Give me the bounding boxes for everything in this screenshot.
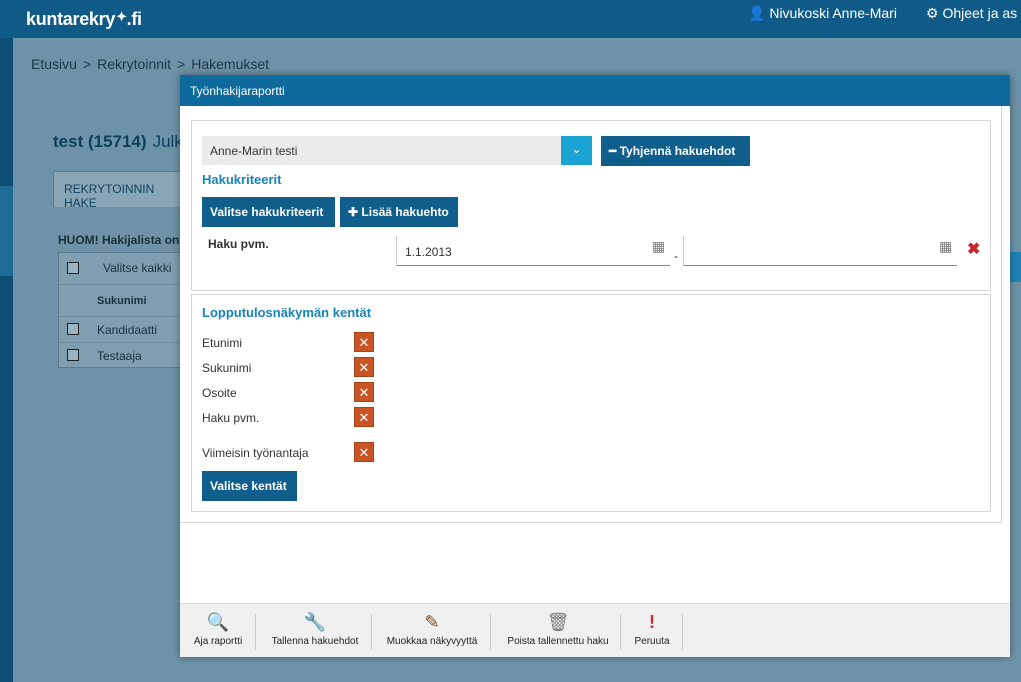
- user-icon: 👤: [748, 5, 766, 21]
- add-criterion-button[interactable]: ✚ Lisää hakuehto: [340, 197, 458, 227]
- run-report-button[interactable]: 🔍 Aja raportti: [186, 604, 250, 658]
- select-all-checkbox[interactable]: [67, 262, 79, 274]
- applicant-table: Valitse kaikki Sukunimi Kandidaatti Test…: [58, 252, 183, 369]
- chevron-down-icon[interactable]: ⌄: [561, 136, 592, 165]
- date-to-field[interactable]: ▦: [683, 236, 957, 266]
- result-field-sukunimi: Sukunimi: [202, 361, 252, 375]
- table-row[interactable]: Kandidaatti: [59, 317, 183, 343]
- row-checkbox[interactable]: [67, 323, 79, 335]
- remove-criterion-icon[interactable]: ✖: [967, 239, 980, 259]
- page-title: test (15714) Julk: [53, 132, 183, 151]
- remove-field-icon[interactable]: ✕: [354, 442, 374, 462]
- cancel-button[interactable]: ! Peruuta: [626, 604, 678, 658]
- edit-icon: ✎: [424, 612, 440, 632]
- user-menu[interactable]: 👤 Nivukoski Anne-Mari: [748, 5, 897, 22]
- clear-criteria-button[interactable]: ━ Tyhjennä hakuehdot: [601, 136, 750, 166]
- trash-icon: 🗑: [546, 612, 570, 632]
- result-field-viimeisin-tyonantaja: Viimeisin työnantaja: [202, 446, 309, 460]
- wrench-icon: 🔧: [303, 612, 327, 632]
- remove-field-icon[interactable]: ✕: [354, 407, 374, 427]
- breadcrumb-item-etusivu[interactable]: Etusivu: [31, 56, 77, 72]
- calendar-icon[interactable]: ▦: [939, 238, 952, 255]
- delete-saved-search-button[interactable]: 🗑 Poista tallennettu haku: [496, 604, 620, 658]
- result-fields-title: Lopputulosnäkymän kentät: [202, 305, 372, 320]
- criterion-label: Haku pvm.: [208, 237, 269, 251]
- background-right-button: [1009, 252, 1021, 282]
- select-fields-button[interactable]: Valitse kentät: [202, 471, 297, 501]
- report-icon: 🔍: [206, 612, 230, 632]
- select-criteria-button[interactable]: Valitse hakukriteerit: [202, 197, 335, 227]
- date-separator: -: [674, 249, 678, 263]
- column-header-sukunimi[interactable]: Sukunimi: [97, 295, 147, 307]
- hakijalista-note: HUOM! Hakijalista on s: [58, 233, 190, 247]
- remove-field-icon[interactable]: ✕: [354, 357, 374, 377]
- help-menu[interactable]: ⚙ Ohjeet ja as: [926, 5, 1017, 22]
- tab-rekrytoinnin-hakemukset[interactable]: REKRYTOINNIN HAKE: [53, 171, 183, 210]
- left-strip: [0, 38, 13, 682]
- result-field-osoite: Osoite: [202, 386, 237, 400]
- select-all-label: Valitse kaikki: [103, 261, 172, 275]
- save-criteria-button[interactable]: 🔧 Tallenna hakuehdot: [260, 604, 370, 658]
- breadcrumb-item-hakemukset[interactable]: Hakemukset: [191, 56, 269, 72]
- remove-field-icon[interactable]: ✕: [354, 382, 374, 402]
- calendar-icon[interactable]: ▦: [652, 238, 665, 255]
- gears-icon: ⚙: [926, 5, 939, 21]
- remove-field-icon[interactable]: ✕: [354, 332, 374, 352]
- modal-footer-toolbar: 🔍 Aja raportti 🔧 Tallenna hakuehdot ✎ Mu…: [180, 603, 1010, 657]
- date-from-field[interactable]: 1.1.2013 ▦: [396, 236, 670, 266]
- report-modal: Työnhakijaraportti Anne-Marin testi ⌄ ━ …: [180, 75, 1010, 657]
- result-fields-section: Lopputulosnäkymän kentät Etunimi ✕ Sukun…: [191, 294, 991, 512]
- result-field-etunimi: Etunimi: [202, 336, 243, 350]
- edit-visibility-button[interactable]: ✎ Muokkaa näkyvyyttä: [376, 604, 488, 658]
- saved-search-select[interactable]: Anne-Marin testi: [202, 136, 592, 165]
- result-field-haku-pvm: Haku pvm.: [202, 411, 260, 425]
- modal-title: Työnhakijaraportti: [180, 75, 1010, 106]
- table-row[interactable]: Testaaja: [59, 343, 183, 369]
- criteria-title: Hakukriteerit: [202, 172, 282, 187]
- exclamation-icon: !: [649, 612, 655, 632]
- minus-icon: ━: [609, 144, 617, 158]
- plus-icon: ✚: [348, 205, 359, 219]
- row-checkbox[interactable]: [67, 349, 79, 361]
- breadcrumb: Etusivu > Rekrytoinnit > Hakemukset: [31, 56, 270, 72]
- criteria-section: Anne-Marin testi ⌄ ━ Tyhjennä hakuehdot …: [191, 120, 991, 291]
- logo[interactable]: kuntarekry✦.fi: [26, 9, 142, 30]
- top-bar: kuntarekry✦.fi 👤 Nivukoski Anne-Mari ⚙ O…: [0, 0, 1021, 38]
- breadcrumb-item-rekrytoinnit[interactable]: Rekrytoinnit: [97, 56, 171, 72]
